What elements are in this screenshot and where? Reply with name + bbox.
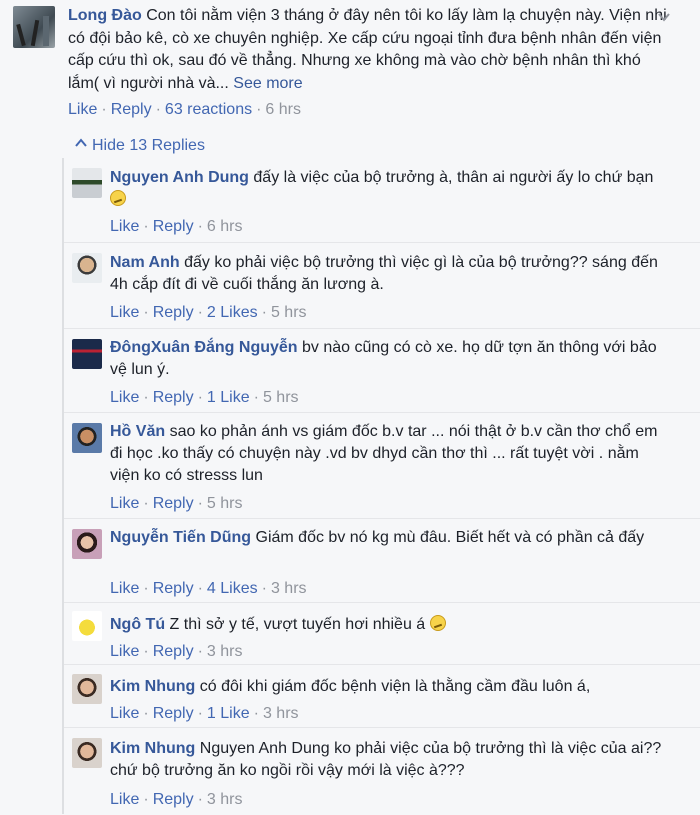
- reply-item: Nam Anh đấy ko phải việc bộ trưởng thì v…: [64, 242, 700, 329]
- avatar[interactable]: [72, 339, 102, 369]
- reply-text: sao ko phản ánh vs giám đốc b.v tar ... …: [110, 423, 658, 484]
- timestamp[interactable]: 3 hrs: [207, 791, 243, 808]
- reply-actions: Like · Reply · 6 hrs: [110, 218, 243, 235]
- timestamp[interactable]: 3 hrs: [263, 705, 299, 722]
- reply-body: Nguyễn Tiến Dũng Giám đốc bv nó kg mù đâ…: [110, 527, 670, 549]
- reply-body: Nam Anh đấy ko phải việc bộ trưởng thì v…: [110, 252, 670, 296]
- reply-item: Kim Nhung có đôi khi giám đốc bệnh viện …: [64, 664, 700, 728]
- avatar[interactable]: [72, 253, 102, 283]
- reply-item: Kim Nhung Nguyen Anh Dung ko phải việc c…: [64, 727, 700, 815]
- timestamp[interactable]: 6 hrs: [265, 101, 301, 118]
- like-button[interactable]: Like: [68, 101, 97, 118]
- reply-author[interactable]: Nam Anh: [110, 254, 180, 271]
- reply-text: Giám đốc bv nó kg mù đâu. Biết hết và có…: [255, 529, 645, 546]
- reply-item: ĐôngXuân Đắng Nguyễn bv nào cũng có cò x…: [64, 328, 700, 413]
- reply-body: Hồ Văn sao ko phản ánh vs giám đốc b.v t…: [110, 421, 670, 487]
- timestamp[interactable]: 5 hrs: [207, 495, 243, 512]
- reply-text: Z thì sở y tế, vượt tuyến hơi nhiều á: [169, 616, 426, 633]
- timestamp[interactable]: 5 hrs: [271, 304, 307, 321]
- reply-item: Nguyễn Tiến Dũng Giám đốc bv nó kg mù đâ…: [64, 518, 700, 603]
- reply-actions: Like · Reply · 5 hrs: [110, 495, 243, 512]
- reply-button[interactable]: Reply: [153, 218, 194, 235]
- like-button[interactable]: Like: [110, 580, 139, 597]
- avatar[interactable]: [72, 738, 102, 768]
- timestamp[interactable]: 5 hrs: [263, 389, 299, 406]
- reply-actions: Like · Reply · 1 Like · 5 hrs: [110, 389, 299, 406]
- reply-actions: Like · Reply · 3 hrs: [110, 643, 243, 660]
- comment-text: Con tôi nằm viện 3 tháng ở đây nên tôi k…: [68, 7, 667, 92]
- like-button[interactable]: Like: [110, 705, 139, 722]
- comment-author[interactable]: Long Đào: [68, 7, 142, 24]
- reply-button[interactable]: Reply: [111, 101, 152, 118]
- reply-body: Ngô Tú Z thì sở y tế, vượt tuyến hơi nhi…: [110, 614, 670, 636]
- hide-replies-link[interactable]: Hide 13 Replies: [74, 136, 205, 155]
- reply-author[interactable]: Nguyễn Tiến Dũng: [110, 529, 251, 546]
- likes-count[interactable]: 1 Like: [207, 389, 250, 406]
- timestamp[interactable]: 3 hrs: [207, 643, 243, 660]
- reply-text: đấy ko phải việc bộ trưởng thì việc gì l…: [110, 254, 658, 293]
- reply-button[interactable]: Reply: [153, 389, 194, 406]
- reply-body: ĐôngXuân Đắng Nguyễn bv nào cũng có cò x…: [110, 337, 670, 381]
- reply-button[interactable]: Reply: [153, 580, 194, 597]
- like-button[interactable]: Like: [110, 791, 139, 808]
- likes-count[interactable]: 1 Like: [207, 705, 250, 722]
- reply-body: Kim Nhung Nguyen Anh Dung ko phải việc c…: [110, 738, 670, 782]
- reply-author[interactable]: Hồ Văn: [110, 423, 165, 440]
- avatar[interactable]: [72, 168, 102, 198]
- reply-item: Hồ Văn sao ko phản ánh vs giám đốc b.v t…: [64, 412, 700, 519]
- emoji-icon: [429, 615, 446, 631]
- reply-actions: Like · Reply · 4 Likes · 3 hrs: [110, 580, 307, 597]
- reactions-count[interactable]: 63 reactions: [165, 101, 252, 118]
- arrow-up-icon: [74, 136, 92, 155]
- like-button[interactable]: Like: [110, 218, 139, 235]
- reply-author[interactable]: Kim Nhung: [110, 678, 195, 695]
- comment-body: Long Đào Con tôi nằm viện 3 tháng ở đây …: [68, 5, 668, 95]
- reply-author[interactable]: Ngô Tú: [110, 616, 165, 633]
- replies-panel: Nguyen Anh Dung đấy là việc của bộ trưởn…: [62, 158, 700, 814]
- like-button[interactable]: Like: [110, 304, 139, 321]
- avatar[interactable]: [72, 529, 102, 559]
- reply-author[interactable]: Kim Nhung: [110, 740, 195, 757]
- like-button[interactable]: Like: [110, 495, 139, 512]
- avatar[interactable]: [72, 611, 102, 641]
- reply-author[interactable]: Nguyen Anh Dung: [110, 169, 249, 186]
- reply-button[interactable]: Reply: [153, 705, 194, 722]
- reply-button[interactable]: Reply: [153, 304, 194, 321]
- likes-count[interactable]: 2 Likes: [207, 304, 258, 321]
- like-button[interactable]: Like: [110, 643, 139, 660]
- reply-actions: Like · Reply · 2 Likes · 5 hrs: [110, 304, 307, 321]
- reply-item: Nguyen Anh Dung đấy là việc của bộ trưởn…: [64, 158, 700, 242]
- avatar[interactable]: [13, 6, 55, 48]
- like-button[interactable]: Like: [110, 389, 139, 406]
- comment-actions: Like · Reply · 63 reactions · 6 hrs: [68, 101, 301, 118]
- hide-replies-label: Hide 13 Replies: [92, 137, 205, 154]
- reply-actions: Like · Reply · 3 hrs: [110, 791, 243, 808]
- avatar[interactable]: [72, 423, 102, 453]
- chevron-down-icon[interactable]: [657, 10, 671, 24]
- reply-author[interactable]: ĐôngXuân Đắng Nguyễn: [110, 339, 298, 356]
- see-more-link[interactable]: See more: [233, 75, 302, 92]
- likes-count[interactable]: 4 Likes: [207, 580, 258, 597]
- reply-text: đấy là việc của bộ trưởng à, thân ai ngư…: [253, 169, 654, 186]
- reply-text: có đôi khi giám đốc bệnh viện là thằng c…: [199, 678, 591, 695]
- timestamp[interactable]: 3 hrs: [271, 580, 307, 597]
- reply-button[interactable]: Reply: [153, 643, 194, 660]
- emoji-icon: [110, 190, 126, 206]
- timestamp[interactable]: 6 hrs: [207, 218, 243, 235]
- reply-button[interactable]: Reply: [153, 791, 194, 808]
- reply-item: Ngô Tú Z thì sở y tế, vượt tuyến hơi nhi…: [64, 602, 700, 665]
- avatar[interactable]: [72, 674, 102, 704]
- reply-body: Nguyen Anh Dung đấy là việc của bộ trưởn…: [110, 167, 670, 211]
- reply-actions: Like · Reply · 1 Like · 3 hrs: [110, 705, 299, 722]
- reply-button[interactable]: Reply: [153, 495, 194, 512]
- reply-body: Kim Nhung có đôi khi giám đốc bệnh viện …: [110, 676, 670, 698]
